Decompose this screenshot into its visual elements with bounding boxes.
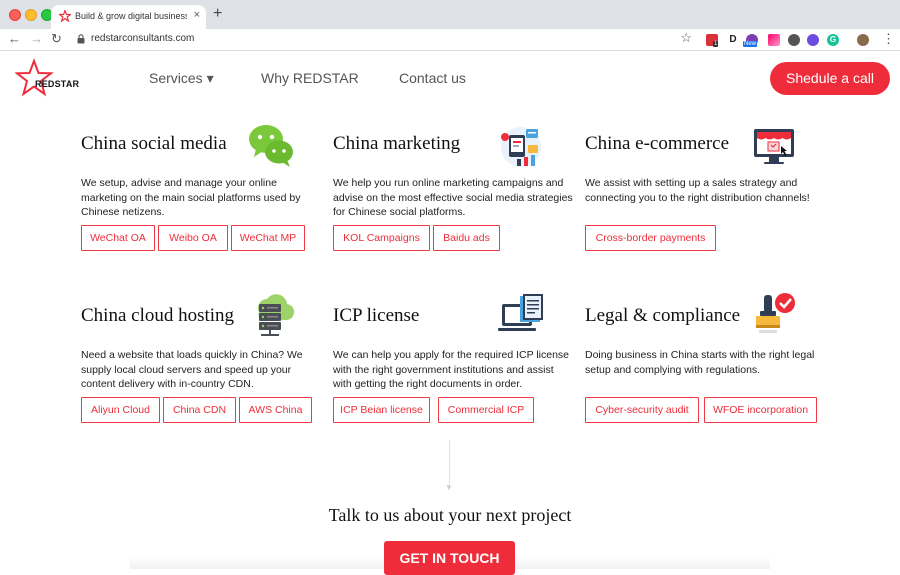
nav-contact-us[interactable]: Contact us bbox=[399, 70, 466, 86]
extension-icon[interactable] bbox=[807, 34, 819, 46]
legal-stamp-icon bbox=[756, 293, 795, 333]
browser-toolbar: ← → ↻ redstarconsultants.com ☆ 1 D New G… bbox=[0, 29, 900, 51]
tab-title: Build & grow digital businesses i bbox=[75, 11, 187, 21]
tag-wfoe-incorporation[interactable]: WFOE incorporation bbox=[704, 397, 817, 423]
url-text: redstarconsultants.com bbox=[91, 33, 195, 44]
tab-close-icon[interactable]: × bbox=[194, 9, 200, 21]
tag-wechat-mp[interactable]: WeChat MP bbox=[231, 225, 305, 251]
wechat-icon bbox=[249, 125, 293, 167]
service-title: ICP license bbox=[333, 305, 420, 326]
talk-to-us-heading: Talk to us about your next project bbox=[328, 505, 572, 525]
star-logo-icon bbox=[15, 58, 54, 97]
minimize-window-button[interactable] bbox=[25, 9, 37, 21]
tag-commercial-icp[interactable]: Commercial ICP bbox=[438, 397, 534, 423]
service-description: Need a website that loads quickly in Chi… bbox=[81, 349, 303, 390]
tag-weibo-oa[interactable]: Weibo OA bbox=[158, 225, 228, 251]
service-description: We assist with setting up a sales strate… bbox=[585, 177, 810, 204]
extension-new-badge: New bbox=[743, 41, 758, 47]
tag-china-cdn[interactable]: China CDN bbox=[163, 397, 236, 423]
service-title: China marketing bbox=[333, 133, 461, 154]
new-tab-button[interactable]: + bbox=[213, 6, 222, 22]
address-bar[interactable]: redstarconsultants.com ☆ bbox=[73, 30, 698, 50]
service-title: Legal & compliance bbox=[585, 305, 741, 326]
icp-document-icon bbox=[498, 294, 543, 331]
ecommerce-icon bbox=[754, 129, 794, 164]
redstar-favicon-icon bbox=[59, 10, 71, 22]
service-title: China social media bbox=[81, 133, 227, 154]
site-header: REDSTAR Services ▾ Why REDSTAR Contact u… bbox=[0, 52, 900, 108]
close-window-button[interactable] bbox=[9, 9, 21, 21]
browser-tab[interactable]: Build & grow digital businesses i × bbox=[51, 5, 206, 29]
forward-button[interactable]: → bbox=[30, 32, 43, 46]
redstar-logo[interactable]: REDSTAR bbox=[15, 58, 79, 98]
bookmark-star-icon[interactable]: ☆ bbox=[680, 30, 692, 46]
extension-count-badge: 1 bbox=[713, 41, 719, 47]
readability-extension-icon[interactable]: D bbox=[727, 34, 739, 46]
extension-icon[interactable] bbox=[768, 34, 780, 46]
tag-aws-china[interactable]: AWS China bbox=[239, 397, 312, 423]
gear-extension-icon[interactable] bbox=[788, 34, 800, 46]
reload-button[interactable]: ↻ bbox=[51, 32, 62, 46]
service-description: We setup, advise and manage your online … bbox=[81, 177, 301, 218]
marketing-icon bbox=[501, 127, 541, 167]
service-description: We help you run online marketing campaig… bbox=[333, 177, 573, 218]
cloud-server-icon bbox=[258, 294, 295, 336]
avatar[interactable] bbox=[857, 34, 869, 46]
service-description: Doing business in China starts with the … bbox=[585, 349, 815, 376]
tag-aliyun-cloud[interactable]: Aliyun Cloud bbox=[81, 397, 160, 423]
tag-cross-border-payments[interactable]: Cross-border payments bbox=[585, 225, 716, 251]
schedule-call-button[interactable]: Shedule a call bbox=[770, 62, 890, 95]
nav-services[interactable]: Services ▾ bbox=[149, 70, 214, 87]
tag-cyber-security-audit[interactable]: Cyber-security audit bbox=[585, 397, 699, 423]
back-button[interactable]: ← bbox=[8, 32, 21, 46]
tag-baidu-ads[interactable]: Baidu ads bbox=[433, 225, 500, 251]
tag-wechat-oa[interactable]: WeChat OA bbox=[81, 225, 155, 251]
service-title: China cloud hosting bbox=[81, 305, 235, 326]
service-description: We can help you apply for the required I… bbox=[333, 349, 569, 390]
get-in-touch-button[interactable]: GET IN TOUCH bbox=[384, 541, 515, 575]
section-divider bbox=[449, 440, 450, 485]
browser-tab-bar: Build & grow digital businesses i × + bbox=[0, 0, 900, 29]
lock-icon bbox=[77, 34, 85, 44]
grammarly-icon[interactable]: G bbox=[827, 34, 839, 46]
nav-why-redstar[interactable]: Why REDSTAR bbox=[261, 70, 359, 86]
service-title: China e-commerce bbox=[585, 133, 730, 154]
logo-text: REDSTAR bbox=[35, 79, 80, 89]
tag-kol-campaigns[interactable]: KOL Campaigns bbox=[333, 225, 430, 251]
tag-icp-beian-license[interactable]: ICP Beian license bbox=[333, 397, 430, 423]
browser-menu-icon[interactable]: ⋮ bbox=[882, 32, 895, 46]
chevron-down-icon: ▼ bbox=[445, 483, 453, 492]
